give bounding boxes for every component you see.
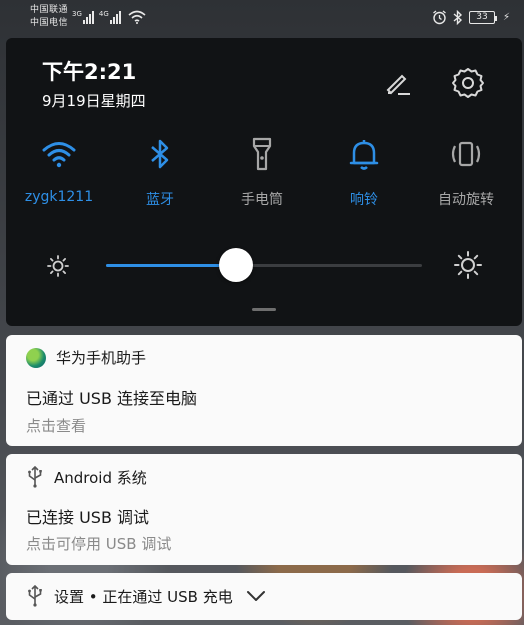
- tile-flashlight[interactable]: 手电筒: [217, 134, 307, 209]
- charging-icon: ⚡: [502, 11, 510, 23]
- notification-header: 华为手机助手: [26, 347, 146, 368]
- bluetooth-icon: [151, 139, 169, 169]
- tile-auto-rotate[interactable]: 自动旋转: [421, 134, 511, 209]
- bluetooth-status-icon: [453, 9, 462, 25]
- brightness-slider[interactable]: [106, 264, 422, 267]
- battery-icon: 33: [468, 10, 497, 24]
- notification-card-huawei[interactable]: 华为手机助手 已通过 USB 连接至电脑 点击查看: [6, 335, 522, 446]
- brightness-slider-thumb[interactable]: [218, 248, 253, 282]
- notification-title: 已通过 USB 连接至电脑: [26, 389, 198, 408]
- brightness-high-icon: [454, 251, 482, 279]
- carrier-1: 中国联通: [30, 5, 69, 15]
- notification-app-name: 华为手机助手: [56, 349, 147, 367]
- quick-settings-panel: 下午2:21 9月19日星期四 zygk1211 蓝牙 手电筒 响铃 自动旋转: [6, 38, 522, 326]
- bell-icon: [349, 140, 379, 170]
- notification-header: Android 系统: [26, 466, 147, 488]
- carrier-2: 中国电信: [30, 18, 69, 28]
- tile-label-flashlight: 手电筒: [241, 192, 283, 208]
- huawei-assistant-icon: [26, 347, 46, 368]
- chevron-down-icon[interactable]: [245, 589, 267, 603]
- brightness-low-icon: [47, 255, 69, 277]
- carrier-names: 中国联通 中国电信: [30, 4, 68, 30]
- panel-drag-handle[interactable]: [252, 308, 276, 311]
- notification-title: 已连接 USB 调试: [26, 508, 150, 527]
- notification-subtitle: 点击可停用 USB 调试: [26, 535, 172, 553]
- flashlight-icon: [252, 137, 272, 171]
- usb-icon: [28, 585, 42, 607]
- edit-icon[interactable]: [380, 66, 414, 100]
- status-bar: 中国联通 中国电信 3G 4G 33 ⚡: [0, 0, 524, 34]
- tile-bluetooth[interactable]: 蓝牙: [115, 134, 205, 209]
- signal-2-icon: 4G: [99, 10, 122, 24]
- clock-date[interactable]: 9月19日星期四: [42, 90, 146, 111]
- usb-icon: [28, 466, 42, 488]
- wifi-status-icon: [128, 10, 146, 24]
- auto-rotate-icon: [451, 141, 481, 167]
- network-type-2: 4G: [98, 10, 109, 18]
- tile-label-wifi: zygk1211: [24, 189, 94, 205]
- tile-label-bluetooth: 蓝牙: [146, 192, 174, 208]
- settings-gear-icon[interactable]: [449, 64, 487, 102]
- notification-card-android[interactable]: Android 系统 已连接 USB 调试 点击可停用 USB 调试: [6, 454, 522, 565]
- alarm-icon: [433, 9, 446, 24]
- notification-header: 设置 • 正在通过 USB 充电: [26, 585, 267, 607]
- tile-label-ringer: 响铃: [350, 192, 378, 208]
- signal-1-icon: 3G: [72, 10, 95, 24]
- clock-time[interactable]: 下午2:21: [42, 56, 136, 86]
- tile-ringer[interactable]: 响铃: [319, 134, 409, 209]
- tile-label-auto-rotate: 自动旋转: [438, 192, 494, 208]
- brightness-slider-fill: [106, 264, 236, 267]
- notification-app-name: Android 系统: [54, 468, 147, 487]
- notification-app-name: 设置 • 正在通过 USB 充电: [54, 587, 233, 606]
- wifi-icon: [42, 142, 76, 168]
- notification-card-charging[interactable]: 设置 • 正在通过 USB 充电: [6, 573, 522, 620]
- notification-subtitle: 点击查看: [26, 417, 87, 435]
- tile-wifi[interactable]: zygk1211: [14, 134, 104, 205]
- network-type-1: 3G: [72, 10, 82, 18]
- battery-level: 33: [476, 12, 488, 22]
